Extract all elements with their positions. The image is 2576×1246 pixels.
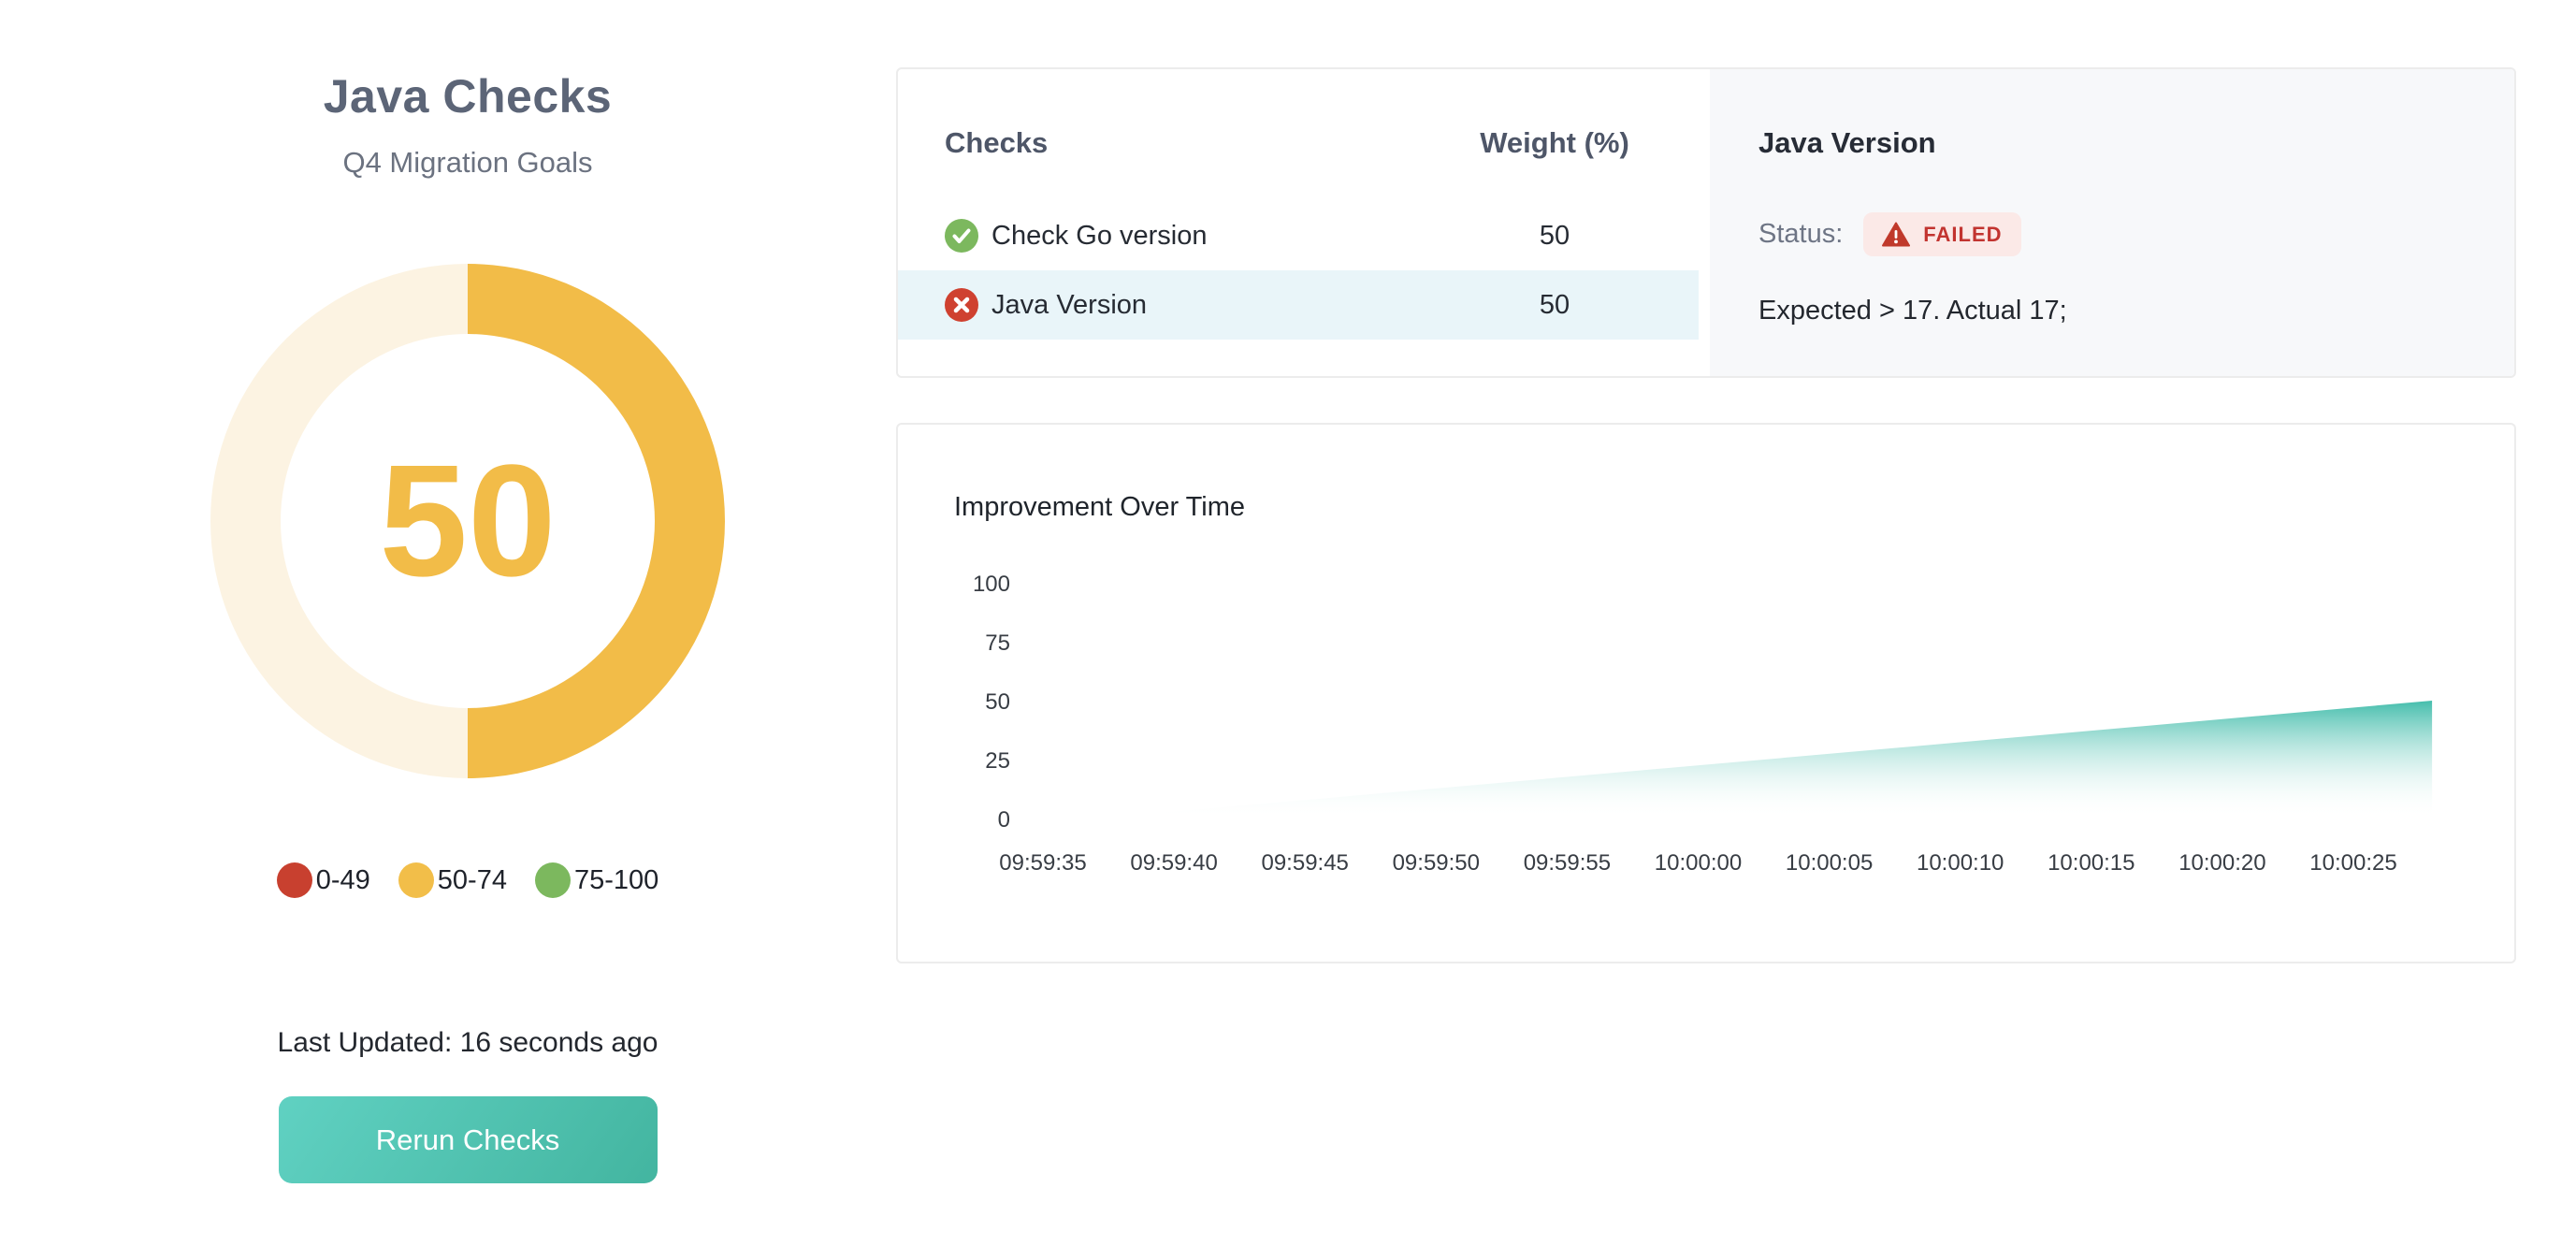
x-tick-label: 10:00:00 <box>1655 850 1742 876</box>
legend-item-low: 0-49 <box>277 862 370 898</box>
checks-table-header: Checks Weight (%) <box>898 126 1710 160</box>
x-tick-label: 10:00:25 <box>2309 850 2396 876</box>
score-value: 50 <box>210 264 725 778</box>
weight-column-header: Weight (%) <box>1452 126 1657 160</box>
x-circle-icon <box>945 288 978 322</box>
check-name: Java Version <box>991 290 1147 321</box>
warning-triangle-icon <box>1882 222 1910 247</box>
check-name: Check Go version <box>991 221 1208 252</box>
legend-label: 0-49 <box>316 865 370 896</box>
x-tick-label: 10:00:10 <box>1917 850 2004 876</box>
x-tick-label: 10:00:05 <box>1786 850 1873 876</box>
checks-column-header: Checks <box>945 126 1048 160</box>
x-tick-label: 09:59:50 <box>1393 850 1480 876</box>
check-circle-icon <box>945 219 978 253</box>
detail-message: Expected > 17. Actual 17; <box>1758 296 2477 326</box>
page-subtitle: Q4 Migration Goals <box>0 146 935 180</box>
status-row: Status: FAILED <box>1758 212 2477 256</box>
score-legend: 0-49 50-74 75-100 <box>0 862 935 898</box>
table-row-java-version[interactable]: Java Version 50 <box>898 270 1699 340</box>
legend-item-mid: 50-74 <box>398 862 507 898</box>
legend-label: 75-100 <box>574 865 658 896</box>
area-series <box>1095 701 2432 819</box>
checks-rows: Check Go version 50 Java Version 50 <box>898 201 1710 340</box>
summary-panel: Java Checks Q4 Migration Goals 50 0-49 5… <box>0 0 935 1183</box>
legend-dot-red <box>277 862 312 898</box>
check-weight: 50 <box>1452 290 1657 321</box>
x-tick-label: 09:59:45 <box>1261 850 1348 876</box>
x-tick-label: 09:59:55 <box>1524 850 1611 876</box>
score-donut-chart: 50 <box>210 264 725 778</box>
page-title: Java Checks <box>0 69 935 123</box>
improvement-chart-card: Improvement Over Time 025507510009:59:35… <box>896 423 2516 963</box>
legend-dot-amber <box>398 862 434 898</box>
x-tick-label: 10:00:20 <box>2178 850 2265 876</box>
legend-dot-green <box>535 862 571 898</box>
failed-status-badge: FAILED <box>1863 212 2020 256</box>
y-tick-label: 75 <box>985 630 1010 656</box>
rerun-checks-button[interactable]: Rerun Checks <box>279 1096 658 1183</box>
x-tick-label: 10:00:15 <box>2048 850 2135 876</box>
legend-label: 50-74 <box>438 865 507 896</box>
detail-title: Java Version <box>1758 126 2477 160</box>
last-updated-text: Last Updated: 16 seconds ago <box>0 1027 935 1059</box>
y-tick-label: 100 <box>973 572 1010 597</box>
check-weight: 50 <box>1452 221 1657 252</box>
failed-check-detail-panel: Java Version Status: FAILED Expected > 1… <box>1710 69 2514 376</box>
y-tick-label: 50 <box>985 689 1010 715</box>
y-tick-label: 25 <box>985 748 1010 774</box>
status-label: Status: <box>1758 219 1843 250</box>
table-row-check-go-version[interactable]: Check Go version 50 <box>898 201 1710 270</box>
x-tick-label: 09:59:35 <box>999 850 1086 876</box>
legend-item-high: 75-100 <box>535 862 658 898</box>
x-tick-label: 09:59:40 <box>1130 850 1217 876</box>
checks-table: Checks Weight (%) Check Go version 50 <box>898 69 1710 376</box>
details-column: Checks Weight (%) Check Go version 50 <box>896 67 2516 963</box>
checks-card: Checks Weight (%) Check Go version 50 <box>896 67 2516 378</box>
failed-badge-label: FAILED <box>1923 223 2002 247</box>
y-tick-label: 0 <box>998 807 1010 833</box>
improvement-over-time-chart: 0 25 50 75 100 09:59:35 09:59:40 09:59:45 09:59:… <box>898 425 2514 962</box>
